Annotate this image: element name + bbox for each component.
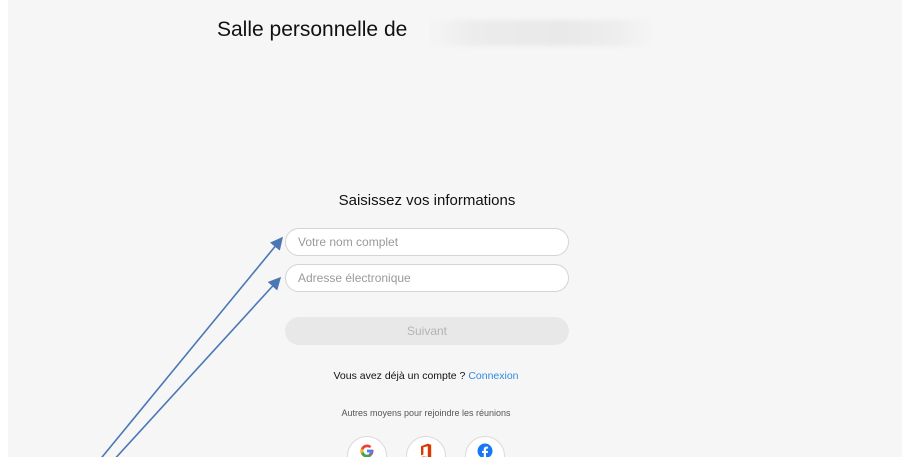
account-prompt-text: Vous avez déjà un compte ?	[333, 370, 469, 382]
alt-join-label: Autres moyens pour rejoindre les réunion…	[341, 408, 511, 418]
form-heading: Saisissez vos informations	[338, 192, 516, 209]
room-title: Salle personnelle de	[217, 18, 408, 41]
facebook-icon	[477, 443, 493, 457]
next-button[interactable]: Suivant	[285, 317, 569, 345]
login-link[interactable]: Connexion	[468, 370, 518, 382]
facebook-signin-button[interactable]	[465, 436, 505, 457]
office-icon	[419, 443, 433, 457]
join-page: Salle personnelle de Saisissez vos infor…	[8, 0, 902, 457]
account-prompt: Vous avez déjà un compte ? Connexion	[208, 370, 644, 382]
full-name-input[interactable]	[285, 228, 569, 256]
office-signin-button[interactable]	[406, 436, 446, 457]
redacted-name	[428, 20, 654, 46]
google-signin-button[interactable]	[347, 436, 387, 457]
email-input[interactable]	[285, 264, 569, 292]
google-icon	[359, 444, 375, 457]
